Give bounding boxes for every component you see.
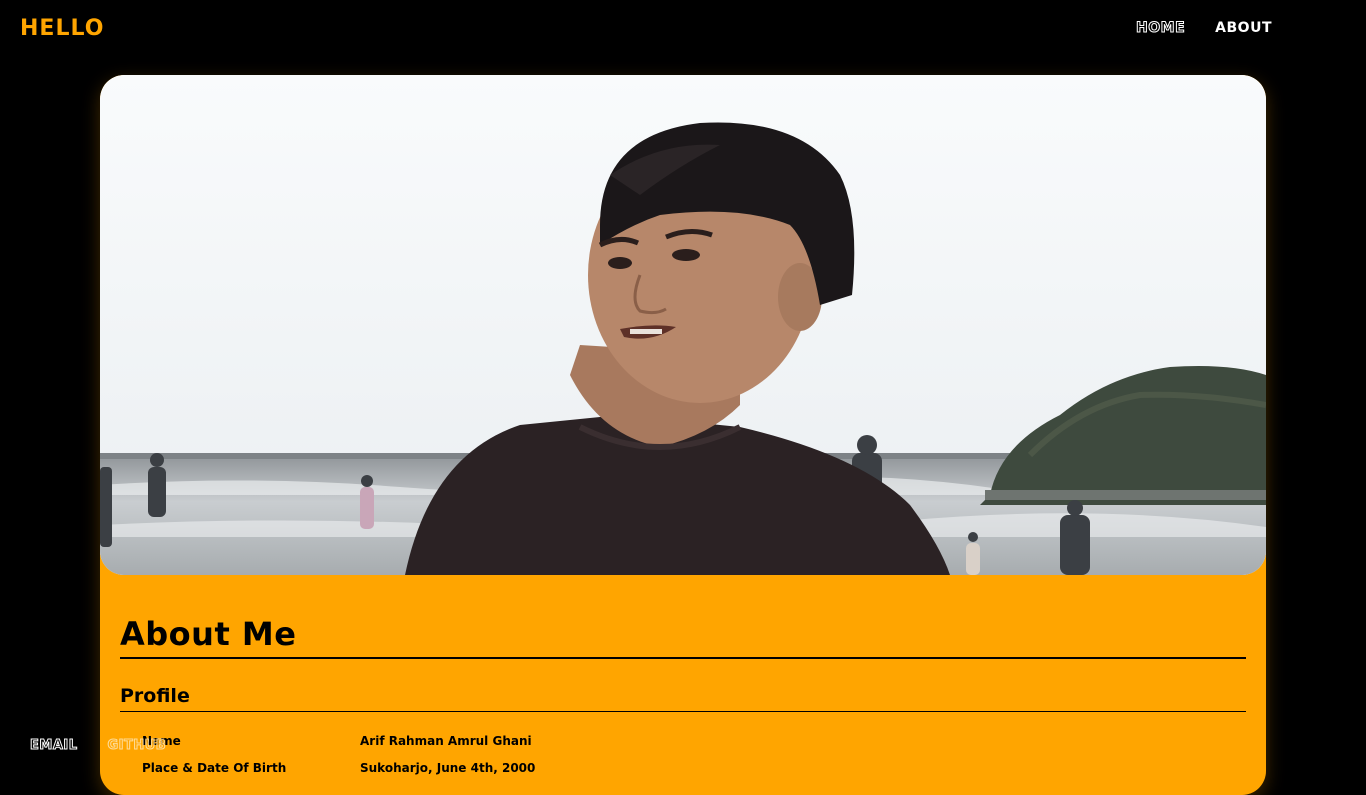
site-logo[interactable]: HELLO: [20, 16, 104, 41]
profile-key: Name: [142, 734, 181, 748]
profile-photo-illustration: [100, 75, 1266, 575]
profile-table: Name Arif Rahman Amrul Ghani Place & Dat…: [142, 734, 535, 788]
about-card: About Me Profile Name Arif Rahman Amrul …: [100, 75, 1266, 795]
profile-key: Place & Date Of Birth: [142, 761, 287, 775]
profile-value: Arif Rahman Amrul Ghani: [360, 734, 532, 748]
github-link[interactable]: GITHUB: [107, 738, 166, 754]
nav-about-link[interactable]: ABOUT: [1215, 20, 1272, 36]
social-links: EMAIL GITHUB: [30, 738, 167, 754]
profile-row: Place & Date Of Birth Sukoharjo, June 4t…: [142, 761, 535, 788]
about-title: About Me: [120, 615, 1246, 659]
profile-section-title: Profile: [120, 685, 1246, 712]
about-content: About Me Profile Name Arif Rahman Amrul …: [120, 615, 1246, 788]
profile-value: Sukoharjo, June 4th, 2000: [360, 761, 536, 775]
email-link[interactable]: EMAIL: [30, 738, 78, 754]
main-nav: HOME ABOUT: [1136, 20, 1272, 37]
nav-home-link[interactable]: HOME: [1136, 20, 1186, 37]
site-header: HELLO HOME ABOUT: [0, 0, 1366, 60]
profile-photo: [100, 75, 1266, 575]
profile-row: Name Arif Rahman Amrul Ghani: [142, 734, 535, 761]
